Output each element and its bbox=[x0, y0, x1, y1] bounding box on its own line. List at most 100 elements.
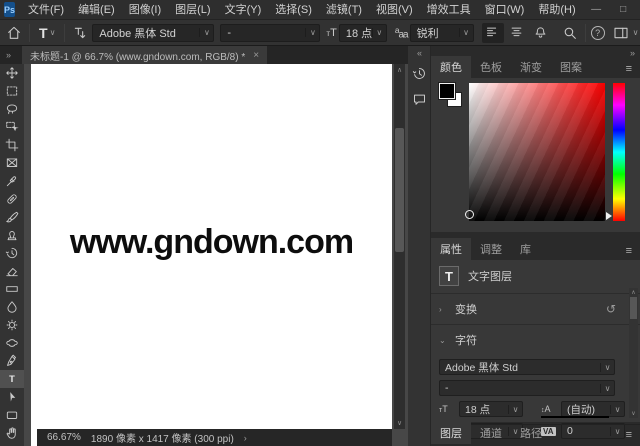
font-style-select[interactable]: - ∨ bbox=[439, 380, 615, 396]
properties-scrollbar[interactable]: ∧ ∨ bbox=[629, 288, 638, 418]
character-section-header[interactable]: ⌄ 字符 bbox=[431, 325, 640, 355]
history-brush-tool[interactable] bbox=[0, 244, 24, 262]
tab-properties[interactable]: 属性 bbox=[431, 238, 471, 260]
foreground-color-swatch[interactable] bbox=[439, 83, 455, 99]
menu-layer[interactable]: 图层(L) bbox=[168, 0, 217, 20]
pen-tool[interactable] bbox=[0, 352, 24, 370]
font-style-select[interactable]: - ∨ bbox=[220, 24, 320, 42]
tab-channels[interactable]: 通道 bbox=[471, 422, 511, 444]
blur-tool[interactable] bbox=[0, 298, 24, 316]
leading-select[interactable]: (自动) ∨ bbox=[561, 401, 625, 417]
clone-stamp-tool[interactable] bbox=[0, 226, 24, 244]
font-family-select[interactable]: Adobe 黑体 Std ∨ bbox=[92, 24, 214, 42]
align-left-button[interactable] bbox=[482, 23, 504, 43]
maximize-button[interactable]: □ bbox=[610, 0, 637, 19]
scrollbar-thumb[interactable] bbox=[395, 128, 404, 252]
close-tab-icon[interactable]: × bbox=[253, 50, 259, 61]
menu-file[interactable]: 文件(F) bbox=[21, 0, 71, 20]
tab-layers[interactable]: 图层 bbox=[431, 422, 471, 444]
help-icon[interactable]: ? bbox=[591, 26, 605, 40]
marquee-tool[interactable] bbox=[0, 82, 24, 100]
lasso-tool[interactable] bbox=[0, 100, 24, 118]
minimize-button[interactable]: — bbox=[583, 0, 610, 19]
current-tool-chip[interactable]: T ∨ bbox=[35, 25, 59, 41]
chevron-down-icon: ∨ bbox=[50, 28, 56, 37]
strip-collapse-icon[interactable]: « bbox=[408, 46, 430, 58]
hue-slider-marker[interactable] bbox=[606, 212, 612, 220]
type-tool[interactable]: T bbox=[0, 370, 24, 388]
align-center-button[interactable] bbox=[506, 23, 528, 43]
panel-menu-icon[interactable]: ≡ bbox=[618, 426, 640, 444]
color-picker-marker[interactable] bbox=[465, 210, 474, 219]
history-panel-button[interactable] bbox=[408, 62, 431, 84]
path-selection-tool[interactable] bbox=[0, 388, 24, 406]
saturation-brightness-field[interactable] bbox=[469, 83, 605, 221]
anti-alias-select[interactable]: 锐利 ∨ bbox=[410, 24, 474, 42]
menu-select[interactable]: 选择(S) bbox=[268, 0, 319, 20]
menu-image[interactable]: 图像(I) bbox=[122, 0, 168, 20]
scroll-down-icon[interactable]: ∨ bbox=[629, 410, 638, 417]
toolbar-expand-icon[interactable]: » bbox=[0, 50, 16, 60]
font-family-select[interactable]: Adobe 黑体 Std ∨ bbox=[439, 359, 615, 375]
home-icon[interactable] bbox=[4, 23, 24, 43]
tab-gradients[interactable]: 渐变 bbox=[511, 56, 551, 78]
workspace-icon[interactable] bbox=[611, 23, 631, 43]
brush-tool[interactable] bbox=[0, 208, 24, 226]
hue-slider[interactable] bbox=[613, 83, 625, 221]
scroll-up-icon[interactable]: ∧ bbox=[629, 289, 638, 296]
object-selection-tool[interactable] bbox=[0, 118, 24, 136]
shape-tool[interactable] bbox=[0, 406, 24, 424]
properties-panel: T 文字图层 › 变换 ↺ ⌄ 字符 Adobe 黑体 Std ∨ bbox=[431, 260, 640, 422]
font-size-select[interactable]: 18 点 ∨ bbox=[459, 401, 523, 417]
zoom-level[interactable]: 66.67% bbox=[47, 432, 81, 443]
document-canvas[interactable]: www.gndown.com bbox=[31, 64, 392, 429]
document-tab[interactable]: 未标题-1 @ 66.7% (www.gndown.com, RGB/8) * … bbox=[22, 46, 267, 64]
menu-type[interactable]: 文字(Y) bbox=[218, 0, 269, 20]
frame-tool[interactable] bbox=[0, 154, 24, 172]
hand-tool[interactable] bbox=[0, 424, 24, 442]
gradient-tool[interactable] bbox=[0, 280, 24, 298]
canvas-text-layer[interactable]: www.gndown.com bbox=[70, 223, 353, 262]
scroll-up-icon[interactable]: ∧ bbox=[394, 66, 405, 74]
warp-text-button[interactable] bbox=[530, 23, 552, 43]
eraser-tool[interactable] bbox=[0, 262, 24, 280]
search-icon[interactable] bbox=[560, 23, 580, 43]
panel-menu-icon[interactable]: ≡ bbox=[618, 60, 640, 78]
sponge-tool[interactable] bbox=[0, 334, 24, 352]
reset-transform-icon[interactable]: ↺ bbox=[606, 302, 616, 316]
font-size-select[interactable]: 18 点 ∨ bbox=[339, 24, 387, 42]
tab-color[interactable]: 颜色 bbox=[431, 56, 471, 78]
tab-paths[interactable]: 路径 bbox=[511, 422, 551, 444]
healing-brush-tool[interactable] bbox=[0, 190, 24, 208]
menu-edit[interactable]: 编辑(E) bbox=[71, 0, 122, 20]
crop-tool[interactable] bbox=[0, 136, 24, 154]
menu-window[interactable]: 窗口(W) bbox=[478, 0, 532, 20]
menu-view[interactable]: 视图(V) bbox=[369, 0, 420, 20]
dock-collapse-icon[interactable]: » bbox=[630, 48, 634, 58]
options-right-group: ? ∨ bbox=[480, 23, 639, 43]
tab-adjustments[interactable]: 调整 bbox=[471, 238, 511, 260]
menu-plugins[interactable]: 增效工具 bbox=[420, 0, 478, 20]
vertical-scrollbar[interactable]: ∧ ∨ bbox=[394, 64, 405, 429]
menu-filter[interactable]: 滤镜(T) bbox=[319, 0, 369, 20]
font-size-icon: тT bbox=[326, 27, 336, 39]
dodge-tool[interactable] bbox=[0, 316, 24, 334]
font-family-value: Adobe 黑体 Std bbox=[93, 25, 199, 41]
status-chevron-icon[interactable]: › bbox=[244, 433, 247, 443]
scroll-down-icon[interactable]: ∨ bbox=[394, 419, 405, 427]
pen-icon bbox=[5, 354, 19, 368]
text-orientation-icon[interactable] bbox=[70, 23, 90, 43]
tab-swatches[interactable]: 色板 bbox=[471, 56, 511, 78]
tab-libraries[interactable]: 库 bbox=[511, 238, 540, 260]
frame-icon bbox=[5, 156, 19, 170]
move-tool[interactable] bbox=[0, 64, 24, 82]
scrollbar-thumb[interactable] bbox=[630, 297, 637, 319]
menu-help[interactable]: 帮助(H) bbox=[531, 0, 582, 20]
close-button[interactable]: ✕ bbox=[637, 0, 640, 19]
comment-panel-button[interactable] bbox=[408, 88, 431, 110]
transform-section-header[interactable]: › 变换 ↺ bbox=[431, 294, 640, 325]
panel-menu-icon[interactable]: ≡ bbox=[618, 242, 640, 260]
tab-patterns[interactable]: 图案 bbox=[551, 56, 591, 78]
eyedropper-tool[interactable] bbox=[0, 172, 24, 190]
character-label: 字符 bbox=[455, 332, 477, 348]
